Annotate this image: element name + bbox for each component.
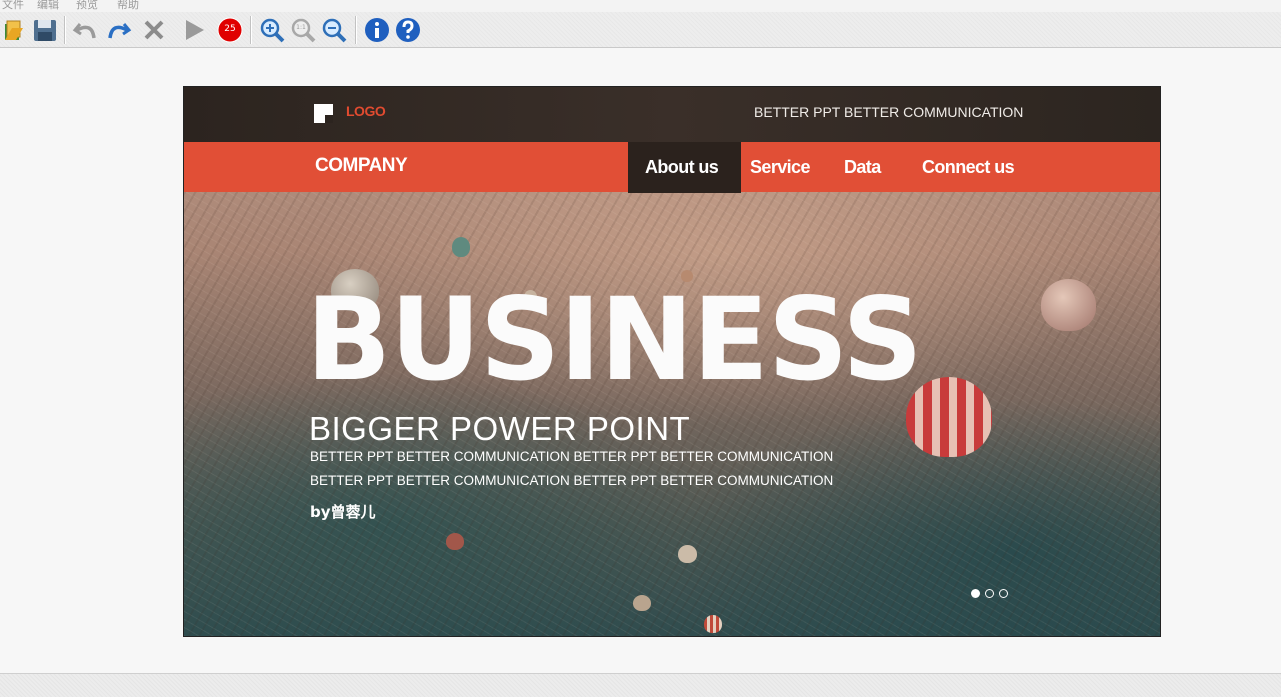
record-count: 25 bbox=[224, 24, 236, 34]
undo-icon[interactable] bbox=[72, 16, 100, 44]
status-bar bbox=[0, 673, 1281, 697]
menu-help[interactable]: 帮助 bbox=[117, 0, 139, 12]
menu-preview[interactable]: 预览 bbox=[76, 0, 98, 12]
balloon-image bbox=[446, 533, 464, 550]
nav-item-about-us[interactable]: About us bbox=[645, 157, 719, 178]
zoom-out-icon[interactable] bbox=[320, 16, 348, 44]
hero-body-line: BETTER PPT BETTER COMMUNICATION BETTER P… bbox=[310, 473, 834, 488]
info-icon[interactable] bbox=[363, 16, 391, 44]
slide-nav: COMPANY About us Service Data Connect us bbox=[184, 142, 1160, 193]
zoom-reset-icon[interactable]: 1:1 bbox=[289, 16, 317, 44]
balloon-image bbox=[1041, 279, 1096, 331]
toolbar: 25 1:1 bbox=[0, 12, 1281, 48]
nav-item-connect-us[interactable]: Connect us bbox=[922, 157, 1015, 178]
slide-preview: LOGO BETTER PPT BETTER COMMUNICATION COM… bbox=[183, 86, 1161, 637]
nav-item-service[interactable]: Service bbox=[750, 157, 810, 178]
toolbar-separator bbox=[64, 16, 66, 44]
logo-icon bbox=[314, 104, 333, 123]
play-icon[interactable] bbox=[180, 16, 208, 44]
hero-subheadline: BIGGER POWER POINT bbox=[309, 410, 691, 447]
nav-item-data[interactable]: Data bbox=[844, 157, 881, 178]
record-badge[interactable]: 25 bbox=[216, 16, 244, 44]
hero-headline: BUSINESS bbox=[306, 273, 923, 406]
hero-body-line: BETTER PPT BETTER COMMUNICATION BETTER P… bbox=[310, 449, 834, 464]
help-icon[interactable] bbox=[394, 16, 422, 44]
zoom-in-icon[interactable] bbox=[258, 16, 286, 44]
logo-text: LOGO bbox=[346, 103, 386, 119]
menu-edit[interactable]: 编辑 bbox=[37, 0, 59, 12]
delete-icon[interactable] bbox=[140, 16, 168, 44]
redo-icon[interactable] bbox=[104, 16, 132, 44]
balloon-image bbox=[704, 615, 722, 633]
author-byline: by曾蓉儿 bbox=[310, 503, 376, 521]
company-name: COMPANY bbox=[315, 155, 408, 176]
pager-dot[interactable] bbox=[971, 589, 980, 598]
save-icon[interactable] bbox=[31, 16, 59, 44]
zoom-reset-label: 1:1 bbox=[296, 24, 306, 31]
pager-dot[interactable] bbox=[985, 589, 994, 598]
toolbar-separator bbox=[355, 16, 357, 44]
menu-bar: 文件 编辑 预览 帮助 bbox=[0, 0, 1281, 12]
open-icon[interactable] bbox=[1, 16, 29, 44]
toolbar-separator bbox=[250, 16, 252, 44]
menu-file[interactable]: 文件 bbox=[2, 0, 24, 12]
pager-dot[interactable] bbox=[999, 589, 1008, 598]
slide-header: LOGO BETTER PPT BETTER COMMUNICATION bbox=[184, 87, 1160, 142]
header-tagline: BETTER PPT BETTER COMMUNICATION bbox=[754, 104, 1024, 120]
balloon-image bbox=[633, 595, 651, 611]
balloon-image bbox=[678, 545, 697, 563]
balloon-image bbox=[452, 237, 470, 257]
